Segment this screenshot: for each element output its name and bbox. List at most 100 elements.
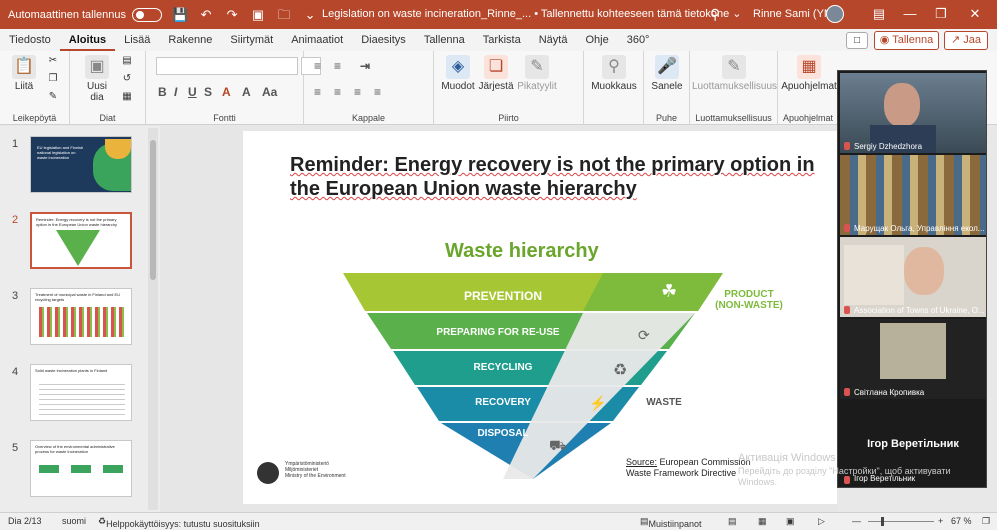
- status-bar: Dia 2/13 suomi ♻ Helppokäyttöisyys: tutu…: [0, 512, 997, 530]
- font-family-select[interactable]: [156, 57, 298, 75]
- clear-format-icon[interactable]: Aa: [262, 85, 277, 99]
- bullets-icon[interactable]: ≡: [314, 59, 321, 73]
- reading-view-icon[interactable]: ▣: [786, 516, 795, 527]
- numbering-icon[interactable]: ≡: [334, 59, 341, 73]
- autosave-toggle[interactable]: [132, 7, 163, 22]
- close-icon[interactable]: ✕: [960, 4, 990, 24]
- strikethrough-icon[interactable]: S: [204, 85, 212, 99]
- align-center-icon[interactable]: ≡: [334, 85, 341, 99]
- thumbnail-text: Overview of the environmental administra…: [35, 444, 115, 454]
- thumbnail-number: 1: [12, 138, 19, 150]
- align-left-icon[interactable]: ≡: [314, 85, 321, 99]
- undo-icon[interactable]: ↶: [198, 7, 214, 23]
- zoom-slider[interactable]: [868, 521, 934, 522]
- dictate-label: Sanele: [651, 81, 683, 92]
- section-icon[interactable]: ▦: [118, 91, 136, 102]
- comments-button[interactable]: □: [846, 32, 868, 49]
- thumbnail-box: [71, 465, 91, 473]
- folder-icon[interactable]: 🗀: [276, 7, 292, 23]
- zoom-in-icon[interactable]: +: [938, 516, 943, 526]
- tab-view[interactable]: Näytä: [530, 29, 577, 51]
- share-button[interactable]: ↗ Jaa: [944, 31, 988, 50]
- activation-watermark-text: Перейдіть до розділу "Настройки", щоб ак…: [738, 466, 951, 487]
- sensitivity-button[interactable]: ✎ Luottamuksellisuus: [692, 55, 777, 92]
- participant-tile[interactable]: Sergiy Dzhedzhora: [840, 73, 986, 153]
- record-button[interactable]: ◉ Tallenna: [874, 31, 939, 50]
- italic-icon[interactable]: I: [174, 85, 177, 99]
- accessibility-status[interactable]: ♻ Helppokäyttöisyys: tutustu suosituksii…: [98, 516, 260, 529]
- tab-home[interactable]: Aloitus: [59, 29, 116, 51]
- tab-review[interactable]: Tarkista: [474, 29, 530, 51]
- minimize-icon[interactable]: —: [895, 4, 925, 24]
- normal-view-icon[interactable]: ▤: [728, 516, 737, 527]
- indent-icon[interactable]: ⇥: [360, 59, 370, 73]
- participant-video: [904, 247, 944, 295]
- thumbnail-chart: [39, 307, 125, 337]
- bold-icon[interactable]: B: [158, 85, 167, 99]
- tab-slideshow[interactable]: Diaesitys: [352, 29, 415, 51]
- new-slide-button[interactable]: ▣ Uusi dia: [80, 55, 114, 103]
- group-font: B I U S A A Aa Fontti: [146, 51, 304, 125]
- restore-icon[interactable]: ❐: [926, 4, 956, 24]
- scrollbar-thumb[interactable]: [150, 140, 156, 280]
- participant-tile[interactable]: Марущак Ольга, Управління екол...: [840, 155, 986, 235]
- present-icon[interactable]: ▣: [250, 7, 266, 23]
- align-right-icon[interactable]: ≡: [354, 85, 361, 99]
- thumbnail-box: [103, 465, 123, 473]
- zoom-slider-thumb[interactable]: [881, 517, 884, 526]
- arrange-button[interactable]: ❏ Järjestä: [478, 55, 514, 92]
- tab-file[interactable]: Tiedosto: [0, 29, 60, 51]
- language-indicator[interactable]: suomi: [62, 516, 86, 526]
- user-name[interactable]: Rinne Sami (YM): [753, 8, 837, 20]
- redo-icon[interactable]: ↷: [224, 7, 240, 23]
- highlight-icon[interactable]: A: [242, 85, 251, 99]
- tab-360[interactable]: 360°: [618, 29, 659, 51]
- save-icon[interactable]: 💾: [172, 7, 188, 23]
- ribbon-display-icon[interactable]: ▤: [864, 4, 894, 24]
- notes-button[interactable]: ▤ Muistiinpanot: [640, 516, 702, 529]
- participant-tile[interactable]: Association of Towns of Ukraine, O...: [840, 237, 986, 317]
- slide-sorter-icon[interactable]: ▦: [758, 516, 767, 527]
- tab-design[interactable]: Rakenne: [159, 29, 221, 51]
- search-icon[interactable]: ⚲: [710, 6, 720, 23]
- paste-button[interactable]: 📋 Liitä: [8, 55, 40, 92]
- slide-title[interactable]: Reminder: Energy recovery is not the pri…: [290, 153, 837, 201]
- source-citation: Source: European Commission Waste Framew…: [626, 457, 751, 479]
- slideshow-icon[interactable]: ▷: [818, 516, 825, 527]
- layout-icon[interactable]: ▤: [118, 55, 136, 66]
- find-icon: ⚲: [602, 55, 626, 79]
- dictate-button[interactable]: 🎤 Sanele: [648, 55, 686, 92]
- thumbnail-text: Reminder: Energy recovery is not the pri…: [36, 217, 117, 227]
- shapes-icon: ◈: [446, 55, 470, 79]
- thumbnail-preview: EU legislation and Finnish national legi…: [30, 136, 132, 193]
- document-title[interactable]: Legislation on waste incineration_Rinne_…: [322, 7, 742, 20]
- underline-icon[interactable]: U: [188, 85, 197, 99]
- participant-tile[interactable]: Світлана Кропивка: [840, 319, 986, 399]
- group-drawing: ◈ Muodot ❏ Järjestä ✎ Pikatyylit Piirto: [434, 51, 584, 125]
- cut-icon[interactable]: ✂: [44, 55, 62, 66]
- reset-icon[interactable]: ↺: [118, 73, 136, 84]
- quick-styles-button[interactable]: ✎ Pikatyylit: [514, 55, 560, 92]
- tab-insert[interactable]: Lisää: [115, 29, 159, 51]
- zoom-out-icon[interactable]: —: [852, 516, 861, 526]
- shapes-button[interactable]: ◈ Muodot: [440, 55, 476, 92]
- arrange-icon: ❏: [484, 55, 508, 79]
- editing-button[interactable]: ⚲ Muokkaus: [588, 55, 640, 92]
- ministry-logo: [257, 462, 279, 484]
- tab-record[interactable]: Tallenna: [415, 29, 474, 51]
- customize-icon[interactable]: ⌄: [302, 7, 318, 23]
- fit-slide-icon[interactable]: ❐: [982, 516, 990, 527]
- format-painter-icon[interactable]: ✎: [44, 91, 62, 102]
- current-slide[interactable]: Reminder: Energy recovery is not the pri…: [243, 131, 837, 504]
- justify-icon[interactable]: ≡: [374, 85, 381, 99]
- tab-transitions[interactable]: Siirtymät: [221, 29, 282, 51]
- video-call-panel: Sergiy Dzhedzhora Марущак Ольга, Управлі…: [837, 70, 987, 488]
- avatar[interactable]: [826, 5, 844, 23]
- tab-help[interactable]: Ohje: [576, 29, 617, 51]
- addins-button[interactable]: ▦ Apuohjelmat: [780, 55, 838, 92]
- zoom-level[interactable]: 67 %: [951, 516, 972, 526]
- font-color-icon[interactable]: A: [222, 85, 231, 99]
- tab-animations[interactable]: Animaatiot: [282, 29, 352, 51]
- thumbnails-scrollbar[interactable]: [148, 128, 158, 510]
- copy-icon[interactable]: ❐: [44, 73, 62, 84]
